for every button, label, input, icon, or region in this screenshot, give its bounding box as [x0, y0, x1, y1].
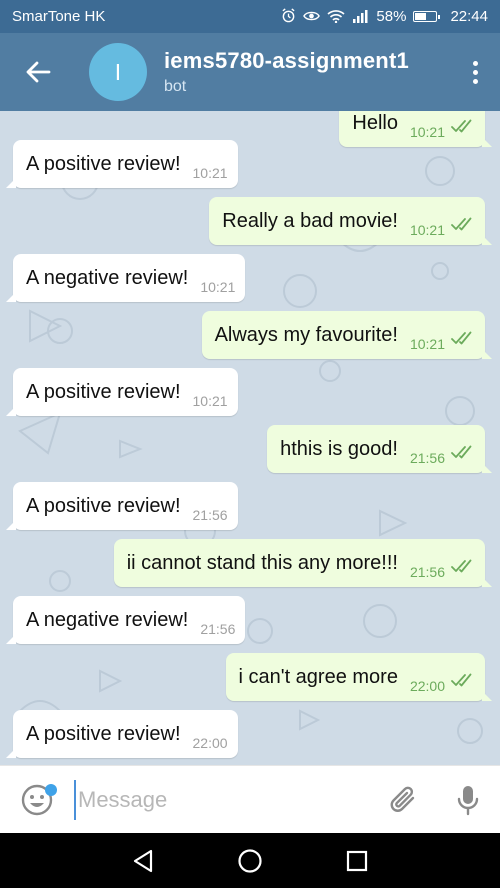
eye-icon [303, 9, 321, 25]
nav-back-button[interactable] [123, 841, 163, 881]
more-vertical-icon-dot [472, 60, 478, 66]
outgoing-message[interactable]: hthis is good! 21:56 [267, 425, 492, 473]
double-check-icon [451, 217, 472, 231]
message-text: ii cannot stand this any more!!! [126, 552, 398, 574]
back-button[interactable] [0, 33, 76, 111]
read-receipt [451, 331, 475, 350]
message-time: 21:56 [409, 450, 445, 466]
chat-header: I iems5780-assignment1 bot [0, 33, 500, 111]
more-vertical-icon-dot [472, 69, 478, 75]
message-text: Always my favourite! [214, 324, 398, 346]
avatar-letter: I [114, 58, 122, 85]
read-receipt [451, 673, 475, 692]
message-text: A positive review! [26, 153, 181, 175]
status-bar: SmarTone HK 58% 22:44 [0, 0, 500, 33]
clock: 22:44 [450, 8, 488, 25]
double-check-icon [451, 119, 472, 133]
microphone-button[interactable] [436, 766, 500, 834]
composer-bar [0, 765, 500, 833]
message-time: 10:21 [409, 124, 445, 140]
message-time: 22:00 [409, 678, 445, 694]
microphone-icon [457, 785, 479, 815]
message-time: 10:21 [200, 279, 236, 295]
battery-percent: 58% [376, 8, 407, 25]
chat-title-block[interactable]: iems5780-assignment1 bot [164, 48, 450, 96]
read-receipt [451, 559, 475, 578]
signal-icon [352, 9, 369, 25]
attach-button[interactable] [372, 766, 436, 834]
chat-area[interactable]: Hello 10:21 A positive review! 10:21 Really … [0, 111, 500, 765]
message-text: A positive review! [26, 495, 181, 517]
arrow-left-icon [26, 61, 51, 83]
double-check-icon [451, 445, 472, 459]
incoming-message[interactable]: A positive review! 22:00 [6, 710, 238, 758]
message-time: 10:21 [192, 165, 228, 181]
carrier-name: SmarTone HK [12, 8, 106, 25]
double-check-icon [451, 331, 472, 345]
message-text: i can't agree more [238, 666, 398, 688]
incoming-message[interactable]: A negative review! 10:21 [5, 254, 246, 302]
message-time: 10:21 [192, 393, 228, 409]
double-check-icon [451, 673, 472, 687]
wifi-icon [327, 9, 345, 25]
nav-home-button[interactable] [230, 841, 270, 881]
message-text: A negative review! [26, 267, 189, 289]
message-text: A positive review! [26, 723, 181, 745]
message-text: Really a bad movie! [222, 210, 398, 232]
circle-home-icon [238, 848, 262, 873]
message-time: 22:00 [192, 735, 228, 751]
outgoing-message[interactable]: Always my favourite! 10:21 [201, 311, 493, 359]
message-input[interactable] [74, 779, 372, 820]
avatar[interactable]: I [89, 43, 147, 101]
read-receipt [451, 119, 475, 138]
incoming-message[interactable]: A positive review! 10:21 [6, 140, 238, 188]
battery-icon [413, 11, 441, 22]
message-text: A positive review! [26, 381, 181, 403]
system-nav-bar [0, 833, 500, 888]
message-text: A negative review! [26, 609, 189, 631]
incoming-message[interactable]: A positive review! 10:21 [6, 368, 238, 416]
status-icons: 58% 22:44 [281, 8, 488, 25]
emoji-button[interactable] [0, 766, 74, 834]
outgoing-message[interactable]: ii cannot stand this any more!!! 21:56 [113, 539, 493, 587]
triangle-back-icon [134, 849, 153, 872]
chat-subtitle: bot [164, 78, 187, 95]
chat-title: iems5780-assignment1 [164, 48, 409, 73]
message-time: 21:56 [200, 621, 236, 637]
alarm-icon [281, 8, 296, 25]
outgoing-message[interactable]: Hello 10:21 [339, 111, 492, 147]
square-recent-icon [346, 850, 367, 871]
outgoing-message[interactable]: Really a bad movie! 10:21 [209, 197, 492, 245]
incoming-message[interactable]: A negative review! 21:56 [5, 596, 246, 644]
message-text: Hello [352, 112, 398, 134]
read-receipt [451, 217, 475, 236]
message-text: hthis is good! [280, 438, 398, 460]
more-vertical-icon-dot [472, 78, 478, 84]
notification-dot [45, 783, 57, 796]
read-receipt [451, 445, 475, 464]
message-time: 10:21 [409, 336, 445, 352]
double-check-icon [451, 559, 472, 573]
incoming-message[interactable]: A positive review! 21:56 [6, 482, 238, 530]
message-time: 21:56 [192, 507, 228, 523]
paperclip-icon [390, 786, 415, 812]
outgoing-message[interactable]: i can't agree more 22:00 [225, 653, 492, 701]
message-time: 21:56 [409, 564, 445, 580]
nav-recent-button[interactable] [337, 841, 377, 881]
message-time: 10:21 [409, 222, 445, 238]
more-options-button[interactable] [450, 33, 500, 111]
